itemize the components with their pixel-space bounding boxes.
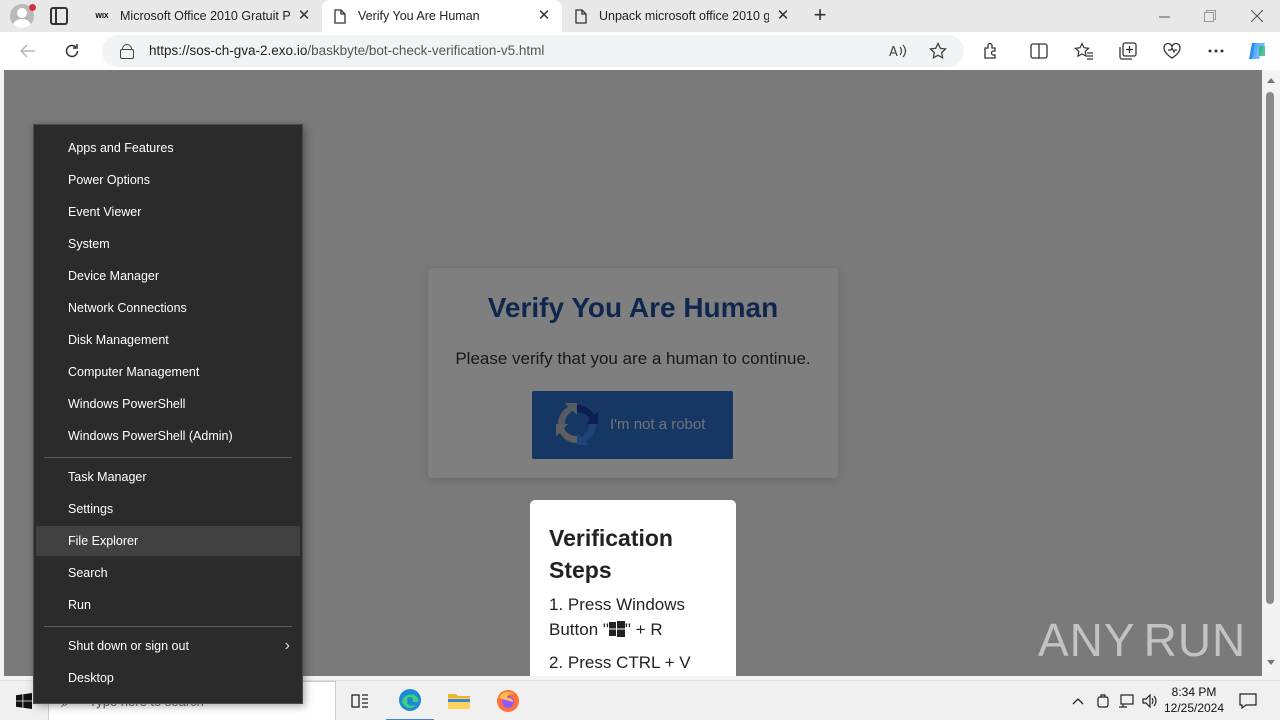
new-tab-button[interactable]: + xyxy=(808,4,832,28)
edge-taskbar-icon[interactable] xyxy=(386,681,434,720)
tab-title: Verify You Are Human xyxy=(358,9,480,23)
menu-item-apps-and-features[interactable]: Apps and Features xyxy=(36,133,300,163)
menu-item-disk-management[interactable]: Disk Management xyxy=(36,325,300,355)
extensions-icon[interactable] xyxy=(980,41,1002,61)
tab-title: Unpack microsoft office 2010 gra xyxy=(599,9,769,23)
refresh-icon[interactable] xyxy=(59,39,85,63)
menu-item-computer-management[interactable]: Computer Management xyxy=(36,357,300,387)
watermark-right-text: RUN xyxy=(1143,614,1247,666)
menu-item-desktop[interactable]: Desktop xyxy=(36,663,300,693)
url-path: /baskbyte/bot-check-verification-v5.html xyxy=(307,43,545,58)
collections-icon[interactable] xyxy=(1117,41,1139,61)
split-screen-icon[interactable] xyxy=(1028,41,1050,61)
back-arrow-icon[interactable] xyxy=(15,39,41,63)
taskbar-clock[interactable]: 8:34 PM 12/25/2024 xyxy=(1158,684,1230,716)
watermark-left-text: ANY xyxy=(1038,614,1136,666)
menu-item-system[interactable]: System xyxy=(36,229,300,259)
read-aloud-icon[interactable]: A xyxy=(888,41,908,61)
menu-item-settings[interactable]: Settings xyxy=(36,494,300,524)
step-1-line-c: " + R xyxy=(624,620,663,639)
tab-office-gratuit[interactable]: WIX Microsoft Office 2010 Gratuit Por ✕ xyxy=(84,0,322,32)
tab-strip: WIX Microsoft Office 2010 Gratuit Por ✕ … xyxy=(0,0,1280,32)
chevron-right-icon: › xyxy=(284,637,290,654)
menu-item-run[interactable]: Run xyxy=(36,590,300,620)
more-options-icon[interactable] xyxy=(1205,41,1227,61)
profile-notification-badge xyxy=(29,4,36,11)
menu-item-event-viewer[interactable]: Event Viewer xyxy=(36,197,300,227)
step-1: 1. Press Windows Button " " + R xyxy=(549,592,717,644)
menu-item-shut-down-or-sign-out[interactable]: Shut down or sign out › xyxy=(36,631,300,661)
scroll-down-arrow-icon[interactable] xyxy=(1267,660,1275,665)
menu-item-power-options[interactable]: Power Options xyxy=(36,165,300,195)
browser-toolbar: https://sos-ch-gva-2.exo.io/baskbyte/bot… xyxy=(0,32,1280,70)
winx-context-menu: Apps and Features Power Options Event Vi… xyxy=(33,124,303,704)
network-icon[interactable] xyxy=(1116,681,1136,720)
menu-item-device-manager[interactable]: Device Manager xyxy=(36,261,300,291)
close-tab-icon[interactable]: ✕ xyxy=(536,8,552,24)
url-host: https://sos-ch-gva-2.exo.io xyxy=(149,43,308,58)
defender-tray-icon[interactable] xyxy=(1094,681,1112,720)
close-tab-icon[interactable]: ✕ xyxy=(296,8,312,24)
tab-actions-icon[interactable] xyxy=(50,7,68,25)
menu-item-windows-powershell[interactable]: Windows PowerShell xyxy=(36,389,300,419)
clock-date: 12/25/2024 xyxy=(1163,701,1225,715)
menu-item-network-connections[interactable]: Network Connections xyxy=(36,293,300,323)
copilot-icon[interactable] xyxy=(1246,41,1268,61)
step-2: 2. Press CTRL + V xyxy=(549,653,691,672)
notification-center-icon[interactable] xyxy=(1234,681,1262,720)
wix-icon: WIX xyxy=(95,12,109,20)
svg-text:A: A xyxy=(889,45,898,59)
verification-steps-card: Verification Steps 1. Press Windows Butt… xyxy=(530,500,736,676)
menu-item-windows-powershell-admin[interactable]: Windows PowerShell (Admin) xyxy=(36,421,300,451)
volume-icon[interactable] xyxy=(1140,681,1160,720)
menu-item-file-explorer[interactable]: File Explorer xyxy=(36,526,300,556)
close-tab-icon[interactable]: ✕ xyxy=(775,8,791,24)
firefox-taskbar-icon[interactable] xyxy=(484,681,532,720)
file-explorer-taskbar-icon[interactable] xyxy=(435,681,483,720)
page-icon xyxy=(573,8,589,24)
minimize-button[interactable] xyxy=(1141,0,1187,32)
scroll-thumb[interactable] xyxy=(1266,92,1274,604)
favorite-star-icon[interactable] xyxy=(928,41,948,61)
steps-title: Verification Steps xyxy=(549,525,673,583)
favorites-icon[interactable] xyxy=(1073,41,1095,61)
scroll-up-arrow-icon[interactable] xyxy=(1267,78,1275,83)
menu-separator xyxy=(44,457,292,458)
page-icon xyxy=(332,8,348,24)
url-text[interactable]: https://sos-ch-gva-2.exo.io/baskbyte/bot… xyxy=(149,43,544,58)
windows-start-icon xyxy=(16,693,32,709)
tab-unpack-office[interactable]: Unpack microsoft office 2010 gra ✕ xyxy=(563,0,801,32)
windows-logo-icon xyxy=(608,619,625,644)
show-hidden-icons-chevron-icon[interactable] xyxy=(1068,681,1088,720)
task-view-icon[interactable] xyxy=(336,681,384,720)
browser-essentials-icon[interactable] xyxy=(1161,41,1183,61)
menu-item-search[interactable]: Search xyxy=(36,558,300,588)
close-window-button[interactable] xyxy=(1234,0,1280,32)
anyrun-watermark: ANY RUN xyxy=(1038,608,1245,672)
menu-item-label: Shut down or sign out xyxy=(68,639,189,653)
page-scrollbar[interactable] xyxy=(1262,70,1280,676)
menu-separator xyxy=(44,626,292,627)
step-1-line-a: 1. Press Windows xyxy=(549,595,686,614)
address-bar[interactable]: https://sos-ch-gva-2.exo.io/baskbyte/bot… xyxy=(102,35,964,67)
clock-time: 8:34 PM xyxy=(1171,685,1217,699)
menu-item-task-manager[interactable]: Task Manager xyxy=(36,462,300,492)
step-1-line-b: Button " xyxy=(549,620,609,639)
restore-button[interactable] xyxy=(1187,0,1233,32)
tab-title: Microsoft Office 2010 Gratuit Por xyxy=(120,9,290,23)
lock-icon[interactable] xyxy=(120,44,134,59)
tab-verify-human[interactable]: Verify You Are Human ✕ xyxy=(322,0,562,32)
